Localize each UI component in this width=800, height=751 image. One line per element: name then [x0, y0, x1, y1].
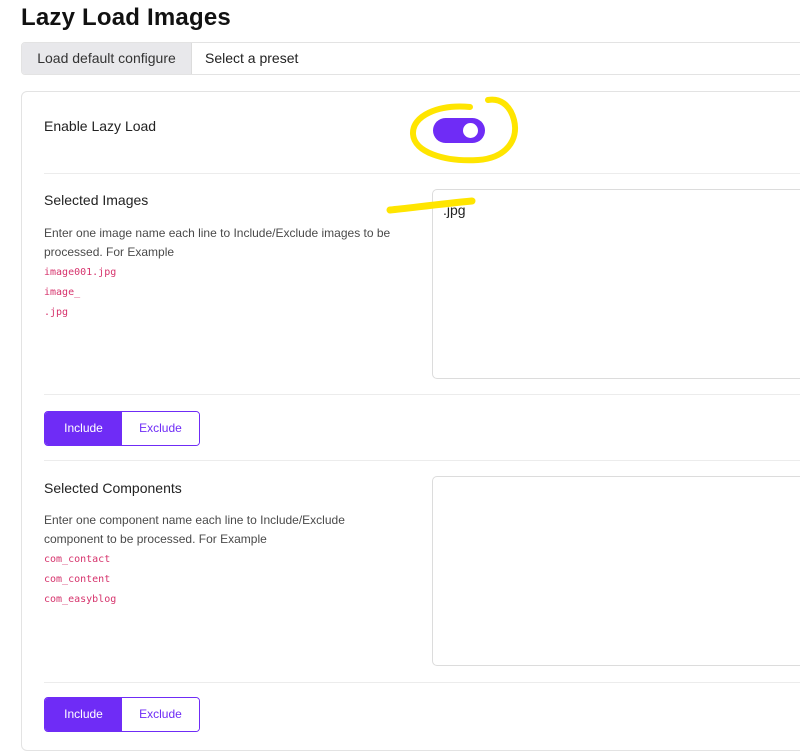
selected-components-textarea[interactable]	[432, 476, 800, 666]
divider	[44, 173, 800, 174]
divider	[44, 682, 800, 683]
toggle-knob	[463, 123, 478, 138]
example-code: com_easyblog	[44, 594, 117, 605]
components-include-exclude-toggle: Include Exclude	[44, 697, 200, 732]
enable-lazy-load-toggle[interactable]	[433, 118, 485, 143]
preset-toolbar: Load default configure Select a preset	[21, 42, 800, 75]
selected-images-textarea[interactable]: .jpg	[432, 189, 800, 379]
page-title: Lazy Load Images	[21, 4, 231, 31]
selected-components-examples: com_contact com_content com_easyblog	[44, 550, 116, 610]
components-include-button[interactable]: Include	[45, 698, 122, 731]
components-exclude-button[interactable]: Exclude	[122, 698, 199, 731]
example-code: com_contact	[44, 554, 111, 565]
selected-images-examples: image001.jpg image_ .jpg	[44, 263, 116, 323]
images-include-button[interactable]: Include	[45, 412, 122, 445]
example-code: image_	[44, 287, 81, 298]
example-code: com_content	[44, 574, 111, 585]
divider	[44, 460, 800, 461]
images-include-exclude-toggle: Include Exclude	[44, 411, 200, 446]
selected-images-label: Selected Images	[44, 192, 149, 208]
example-code: .jpg	[44, 307, 69, 318]
images-exclude-button[interactable]: Exclude	[122, 412, 199, 445]
select-preset-dropdown[interactable]: Select a preset	[205, 43, 298, 74]
enable-lazy-load-label: Enable Lazy Load	[44, 118, 157, 134]
load-default-configure-button[interactable]: Load default configure	[22, 43, 192, 74]
selected-components-description: Enter one component name each line to In…	[44, 513, 345, 546]
selected-images-description: Enter one image name each line to Includ…	[44, 226, 391, 259]
divider	[44, 394, 800, 395]
selected-components-label: Selected Components	[44, 480, 182, 496]
example-code: image001.jpg	[44, 267, 117, 278]
